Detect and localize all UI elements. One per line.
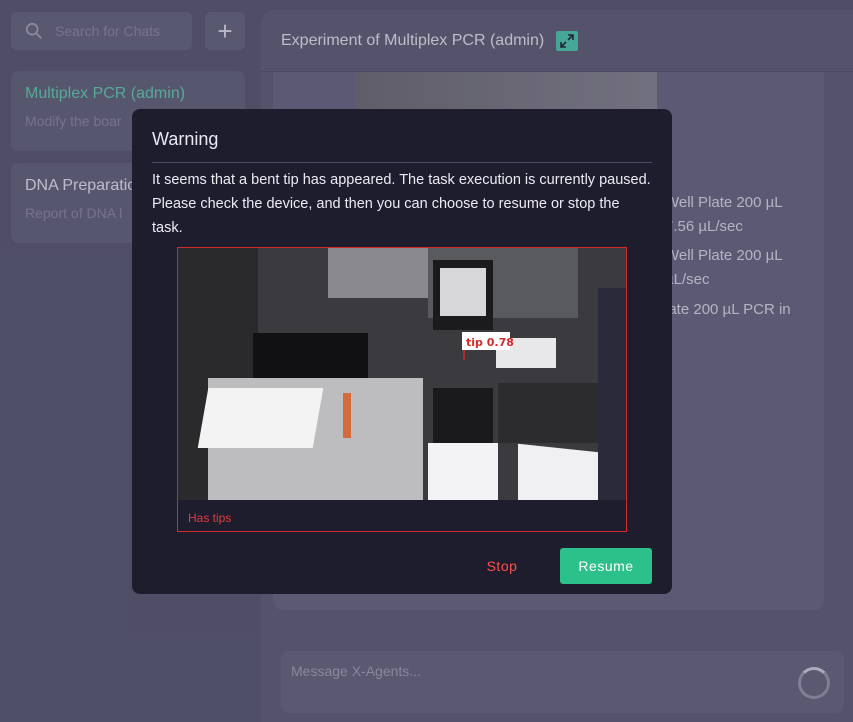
dialog-message: It seems that a bent tip has appeared. T…: [152, 172, 651, 236]
camera-image: tip 0.78: [178, 248, 626, 500]
resume-button[interactable]: Resume: [560, 548, 652, 584]
detection-label: tip 0.78: [466, 336, 514, 349]
stop-button[interactable]: Stop: [472, 548, 532, 584]
warning-dialog: Warning It seems that a bent tip has app…: [132, 109, 672, 594]
detection-frame: tip 0.78 Has tips: [177, 247, 627, 532]
detection-caption: Has tips: [188, 511, 232, 525]
dialog-title: Warning: [152, 129, 652, 163]
